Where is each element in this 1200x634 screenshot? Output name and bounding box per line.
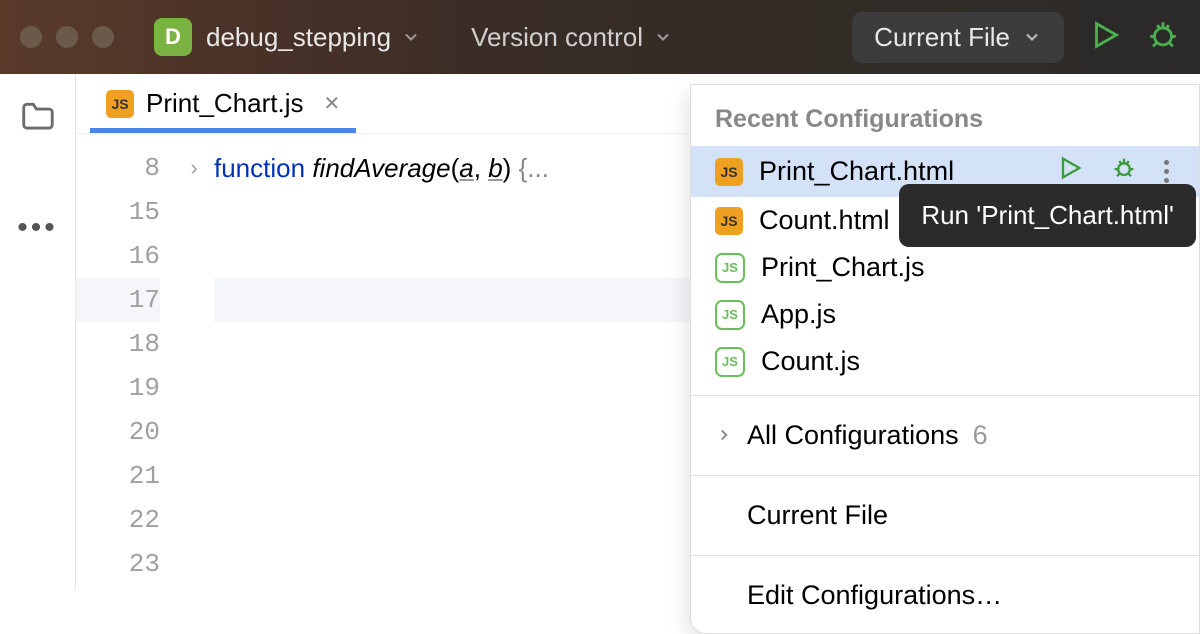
param: b — [488, 153, 502, 183]
config-label: Print_Chart.js — [761, 252, 925, 283]
all-config-label: All Configurations — [747, 420, 959, 451]
run-button[interactable] — [1088, 18, 1122, 57]
more-tools-icon[interactable]: ••• — [17, 211, 58, 245]
chevron-right-icon — [715, 420, 733, 451]
function-name: findAverage — [312, 153, 450, 183]
config-item-count-js[interactable]: JS Count.js — [691, 338, 1199, 385]
fold-gutter: › — [174, 146, 214, 590]
all-configurations[interactable]: All Configurations 6 — [691, 406, 1199, 465]
project-tool-icon[interactable] — [19, 98, 57, 141]
line-number[interactable]: 17 — [76, 278, 160, 322]
node-file-icon: JS — [715, 300, 745, 330]
config-item-print-chart-js[interactable]: JS Print_Chart.js — [691, 244, 1199, 291]
line-number[interactable]: 23 — [76, 542, 160, 586]
run-config-label: Current File — [874, 22, 1010, 53]
tool-sidebar: ••• — [0, 74, 76, 590]
config-label: App.js — [761, 299, 836, 330]
folded-code[interactable]: {... — [519, 153, 549, 183]
line-number[interactable]: 16 — [76, 234, 160, 278]
keyword: function — [214, 153, 305, 183]
config-label: Print_Chart.html — [759, 156, 954, 187]
version-control-menu[interactable]: Version control — [471, 22, 643, 53]
chevron-down-icon[interactable] — [653, 27, 673, 47]
config-label: Count.html — [759, 205, 890, 236]
close-icon[interactable]: ✕ — [324, 91, 341, 116]
tab-label: Print_Chart.js — [146, 88, 304, 119]
edit-config-label: Edit Configurations… — [747, 580, 1002, 611]
divider — [691, 395, 1199, 396]
line-number[interactable]: 19 — [76, 366, 160, 410]
divider — [691, 475, 1199, 476]
divider — [691, 555, 1199, 556]
more-options-icon[interactable] — [1164, 160, 1169, 183]
maximize-window[interactable] — [92, 26, 114, 48]
line-number[interactable]: 21 — [76, 454, 160, 498]
titlebar: D debug_stepping Version control Current… — [0, 0, 1200, 74]
node-file-icon: JS — [715, 347, 745, 377]
line-number[interactable]: 15 — [76, 190, 160, 234]
run-configurations-popup: Recent Configurations JS Print_Chart.htm… — [690, 84, 1200, 634]
config-count: 6 — [973, 420, 988, 451]
line-number[interactable]: 20 — [76, 410, 160, 454]
current-file-option[interactable]: Current File — [691, 486, 1199, 545]
line-number[interactable]: 22 — [76, 498, 160, 542]
chevron-down-icon[interactable] — [401, 27, 421, 47]
line-number[interactable]: 18 — [76, 322, 160, 366]
edit-configurations[interactable]: Edit Configurations… — [691, 566, 1199, 633]
js-file-icon: JS — [106, 90, 134, 118]
close-window[interactable] — [20, 26, 42, 48]
window-controls — [20, 26, 114, 48]
config-label: Count.js — [761, 346, 860, 377]
config-item-app-js[interactable]: JS App.js — [691, 291, 1199, 338]
run-tooltip: Run 'Print_Chart.html' — [899, 184, 1196, 247]
node-file-icon: JS — [715, 253, 745, 283]
chevron-down-icon — [1022, 27, 1042, 47]
tab-print-chart-js[interactable]: JS Print_Chart.js ✕ — [90, 88, 356, 119]
fold-chevron-icon[interactable]: › — [174, 146, 214, 190]
gutter: 8 15 16 17 18 19 20 21 22 23 — [76, 146, 174, 590]
current-file-label: Current File — [747, 500, 888, 531]
minimize-window[interactable] — [56, 26, 78, 48]
param: a — [459, 153, 473, 183]
project-badge[interactable]: D — [154, 18, 192, 56]
debug-button[interactable] — [1146, 18, 1180, 57]
run-configuration-selector[interactable]: Current File — [852, 12, 1064, 63]
js-file-icon: JS — [715, 158, 743, 186]
js-file-icon: JS — [715, 207, 743, 235]
popup-heading: Recent Configurations — [691, 105, 1199, 146]
project-name[interactable]: debug_stepping — [206, 22, 391, 53]
line-number[interactable]: 8 — [76, 146, 160, 190]
